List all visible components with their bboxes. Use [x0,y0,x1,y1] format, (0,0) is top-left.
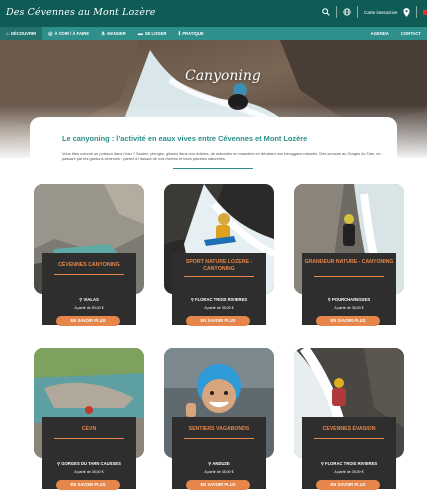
location-label: ANDUZE [212,461,230,466]
more-info-button[interactable]: EN SAVOIR PLUS [56,316,120,326]
card-location: ⚲ ANDUZE [172,461,266,466]
listing-card[interactable]: CEVN ⚲ GORGES DU TARN CAUSSES A partir d… [34,348,144,493]
card-title-box: CEVN [42,417,136,459]
card-price: A partir de 35,00 € [74,470,104,474]
nav-label: DÉCOUVRIR [11,31,37,36]
top-bar: Des Cévennes au Mont Lozère Carte intera… [0,0,427,27]
nav-right: AGENDA CONTACT [365,27,427,40]
main-nav: ⌂ DÉCOUVRIR ◎ À VOIR / À FAIRE ⋔ MANGER … [0,27,427,40]
card-location: ⚲ FLORAC TROIS RIVIERES [172,297,266,302]
divider [357,6,358,18]
location-label: VIALAS [83,297,99,302]
bed-icon: ▬ [137,30,143,37]
nav-item-pratique[interactable]: ℹ PRATIQUE [172,27,209,40]
site-logo[interactable]: Des Cévennes au Mont Lozère [6,7,156,18]
nav-item-decouvrir[interactable]: ⌂ DÉCOUVRIR [0,27,43,40]
card-title-box: CÉVENNES CANYONING [42,253,136,295]
listing-card[interactable]: CÉVENNES CANYONING ⚲ VIALAS A partir de … [34,184,144,329]
divider [314,276,384,277]
card-location: ⚲ GORGES DU TARN CAUSSES [42,461,136,466]
more-info-button[interactable]: EN SAVOIR PLUS [186,316,250,326]
card-title-box: SENTIERS VAGABONDS [172,417,266,459]
divider [184,438,254,439]
intro-section: Le canyoning : l’activité en eaux vives … [30,117,397,182]
listing-card[interactable]: CEVENNES EVASION ⚲ FLORAC TROIS RIVIERES… [294,348,404,493]
page-title: Canyoning [185,68,261,84]
card-title[interactable]: GRANDEUR NATURE - CANYONING [302,259,396,266]
location-label: GORGES DU TARN CAUSSES [61,461,121,466]
more-info-button[interactable]: EN SAVOIR PLUS [186,480,250,490]
page: Des Cévennes au Mont Lozère Carte intera… [0,0,427,503]
fork-icon: ⋔ [100,30,106,37]
card-location: ⚲ VIALAS [42,297,136,302]
card-price: A partir de 35,00 € [204,470,234,474]
card-title[interactable]: CÉVENNES CANYONING [42,262,136,269]
nav-label: À VOIR / À FAIRE [54,31,89,36]
card-title[interactable]: CEVENNES EVASION [302,426,396,433]
top-bar-tools: Carte interactive [322,6,427,18]
card-title[interactable]: SENTIERS VAGABONDS [172,426,266,433]
divider [416,6,418,18]
nav-item-manger[interactable]: ⋔ MANGER [95,27,132,40]
nav-item-contact[interactable]: CONTACT [395,27,427,40]
intro-text: Vous êtes comme un poisson dans l’eau ? … [62,151,381,162]
card-price: A partir de 50,00 € [74,306,104,310]
card-title[interactable]: CEVN [42,426,136,433]
location-label: FLORAC TROIS RIVIERES [195,297,248,302]
listing-card[interactable]: SPORT NATURE LOZERE - CANYONING ⚲ FLORAC… [164,184,274,329]
divider [173,168,253,169]
nav-item-agenda[interactable]: AGENDA [365,27,395,40]
location-label: POURCHARESSES [332,297,371,302]
divider [336,6,337,18]
card-location: ⚲ POURCHARESSES [302,297,396,302]
interactive-map-link[interactable]: Carte interactive [364,10,397,15]
nav-label: PRATIQUE [182,31,204,36]
card-title-box: GRANDEUR NATURE - CANYONING [302,253,396,295]
card-title-box: SPORT NATURE LOZERE - CANYONING [172,253,266,295]
divider [314,438,384,439]
listing-card[interactable]: SENTIERS VAGABONDS ⚲ ANDUZE A partir de … [164,348,274,493]
divider [184,276,254,277]
card-price: A partir de 35,00 € [204,306,234,310]
more-info-button[interactable]: EN SAVOIR PLUS [316,316,380,326]
home-icon: ⌂ [6,30,10,37]
binoculars-icon: ◎ [48,30,53,37]
more-info-button[interactable]: EN SAVOIR PLUS [316,480,380,490]
flag-icon[interactable] [423,9,427,15]
location-label: FLORAC TROIS RIVIERES [325,461,378,466]
listing-card[interactable]: GRANDEUR NATURE - CANYONING ⚲ POURCHARES… [294,184,404,329]
more-info-button[interactable]: EN SAVOIR PLUS [56,480,120,490]
card-title-box: CEVENNES EVASION [302,417,396,459]
nav-label: SE LOGER [144,31,167,36]
map-pin-icon[interactable] [403,7,411,17]
card-location: ⚲ FLORAC TROIS RIVIERES [302,461,396,466]
card-price: A partir de 35,00 € [334,470,364,474]
divider [54,438,124,439]
search-icon[interactable] [322,8,330,16]
card-price: A partir de 35,00 € [334,306,364,310]
divider [54,274,124,275]
intro-title: Le canyoning : l’activité en eaux vives … [62,134,308,143]
info-icon: ℹ [178,30,181,37]
card-title[interactable]: SPORT NATURE LOZERE - CANYONING [172,259,266,272]
globe-icon[interactable] [343,8,351,16]
nav-item-se-loger[interactable]: ▬ SE LOGER [132,27,173,40]
nav-label: MANGER [107,31,126,36]
nav-item-a-voir-a-faire[interactable]: ◎ À VOIR / À FAIRE [42,27,95,40]
